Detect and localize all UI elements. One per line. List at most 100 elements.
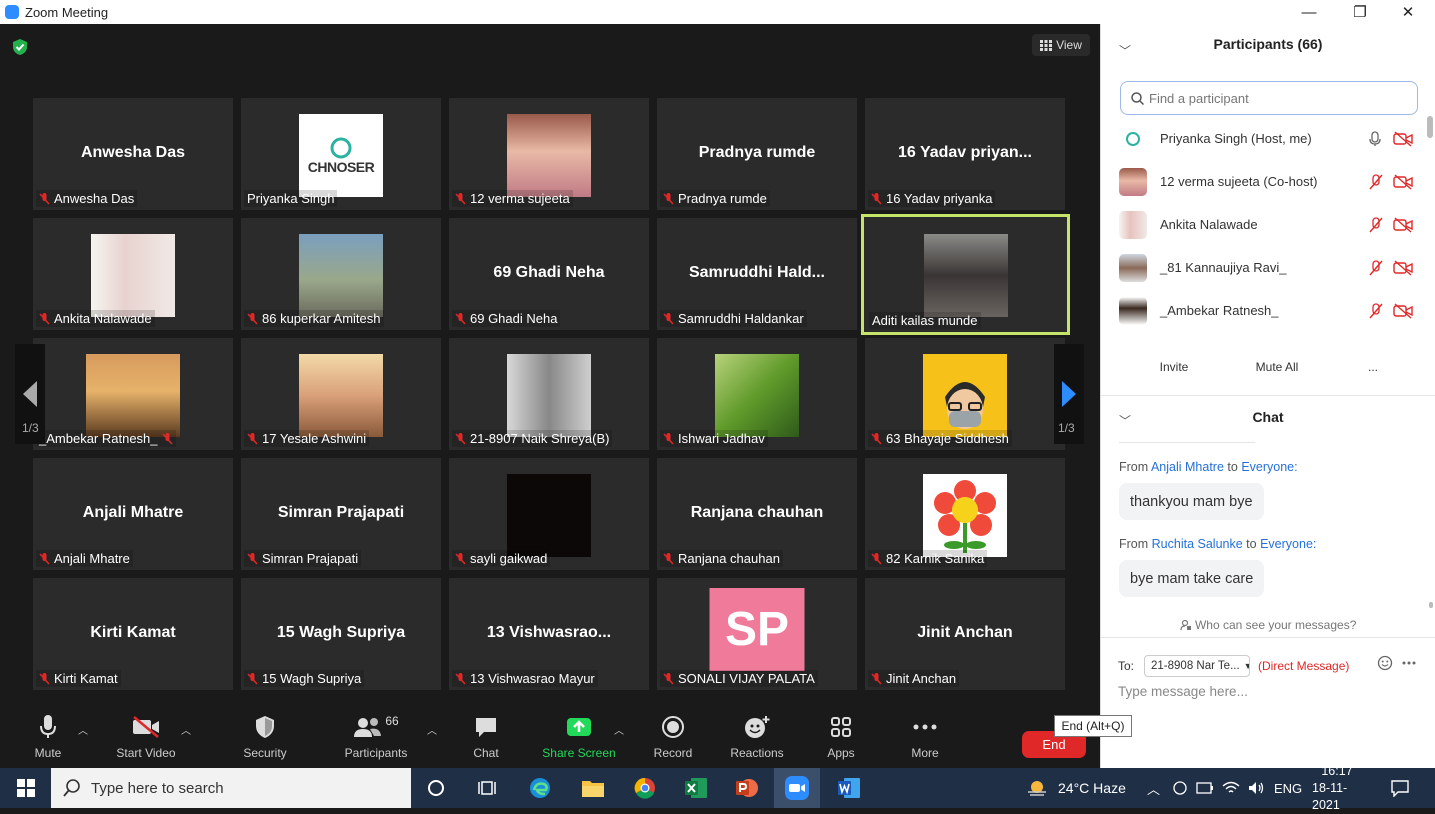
video-tile[interactable]: _Ambekar Ratnesh_ (33, 338, 233, 450)
video-tile[interactable]: 12 verma sujeeta (449, 98, 649, 210)
who-can-see-link[interactable]: Who can see your messages? (1101, 618, 1435, 632)
view-button[interactable]: View (1032, 34, 1090, 56)
video-tile[interactable]: Simran Prajapati Simran Prajapati (241, 458, 441, 570)
microphone-icon[interactable] (1369, 130, 1381, 147)
show-hidden-icons-chevron-icon[interactable]: ︿ (1147, 768, 1160, 808)
mic-muted-icon[interactable] (1369, 173, 1383, 190)
mic-muted-icon[interactable] (1369, 216, 1383, 233)
video-tile[interactable]: 69 Ghadi Neha 69 Ghadi Neha (449, 218, 649, 330)
arrow-left-icon (23, 381, 37, 407)
chrome-app[interactable] (627, 768, 663, 808)
video-tile[interactable]: Ranjana chauhan Ranjana chauhan (657, 458, 857, 570)
participant-row[interactable]: Ankita Nalawade (1101, 203, 1435, 246)
mic-muted-icon (455, 312, 466, 325)
cortana-button[interactable] (418, 768, 454, 808)
participant-row[interactable]: 12 verma sujeeta (Co-host) (1101, 160, 1435, 203)
mic-muted-icon[interactable] (1369, 302, 1383, 319)
start-video-button[interactable]: Start Video (106, 712, 186, 768)
mute-all-button[interactable]: Mute All (1246, 355, 1308, 379)
video-tile[interactable]: Jinit Anchan Jinit Anchan (865, 578, 1065, 690)
participants-title: Participants (66) (1213, 36, 1323, 52)
video-tile[interactable]: 17 Yesale Ashwini (241, 338, 441, 450)
video-tile[interactable]: Ankita Nalawade (33, 218, 233, 330)
start-button[interactable] (0, 768, 51, 808)
video-tile[interactable]: Pradnya rumde Pradnya rumde (657, 98, 857, 210)
weather-widget[interactable]: 24°C Haze (1026, 768, 1126, 808)
video-tile[interactable]: 15 Wagh Supriya 15 Wagh Supriya (241, 578, 441, 690)
apps-button[interactable]: Apps (801, 712, 881, 768)
video-tile[interactable]: Anjali Mhatre Anjali Mhatre (33, 458, 233, 570)
mute-button[interactable]: Mute (8, 712, 88, 768)
clock[interactable]: 16:17 18-11-2021 (1312, 764, 1362, 812)
task-view-button[interactable] (469, 768, 505, 808)
share-screen-button[interactable]: Share Screen (539, 712, 619, 768)
video-tile[interactable]: SP SONALI VIJAY PALATA (657, 578, 857, 690)
mic-muted-icon (247, 312, 258, 325)
mic-muted-icon[interactable] (1369, 259, 1383, 276)
video-tile[interactable]: 13 Vishwasrao... 13 Vishwasrao Mayur (449, 578, 649, 690)
tile-name-label: 82 Karnik Sanika (886, 551, 985, 566)
message-sender[interactable]: Anjali Mhatre (1151, 460, 1224, 474)
zoom-app[interactable] (774, 768, 820, 808)
file-explorer-app[interactable] (575, 768, 611, 808)
taskbar-search-box[interactable]: Type here to search (51, 768, 411, 808)
close-button[interactable]: ✕ (1388, 0, 1428, 24)
video-tile[interactable]: 16 Yadav priyan... 16 Yadav priyanka (865, 98, 1065, 210)
reactions-button[interactable]: Reactions (717, 712, 797, 768)
video-off-icon[interactable] (1393, 259, 1413, 276)
language-indicator[interactable]: ENG (1274, 768, 1302, 808)
video-tile[interactable]: 86 kuperkar Amitesh (241, 218, 441, 330)
system-tray-icons[interactable] (1172, 768, 1266, 808)
video-tile[interactable]: CHNOSER Priyanka Singh (241, 98, 441, 210)
participants-button[interactable]: 66 Participants (336, 712, 416, 768)
video-off-icon[interactable] (1393, 216, 1413, 233)
video-tile[interactable]: Kirti Kamat Kirti Kamat (33, 578, 233, 690)
participants-options-chevron-icon[interactable]: ︿ (427, 722, 437, 737)
message-sender[interactable]: Ruchita Salunke (1152, 537, 1243, 551)
profile-picture (86, 354, 180, 437)
chrome-icon (634, 777, 655, 799)
share-options-chevron-icon[interactable]: ︿ (614, 722, 624, 737)
video-options-chevron-icon[interactable]: ︿ (181, 722, 191, 737)
word-app[interactable] (831, 768, 867, 808)
video-tile[interactable]: Samruddhi Hald... Samruddhi Haldankar (657, 218, 857, 330)
participant-row[interactable]: Priyanka Singh (Host, me) (1101, 117, 1435, 160)
participant-search-input[interactable]: Find a participant (1120, 81, 1418, 115)
participant-row[interactable]: _81 Kannaujiya Ravi_ (1101, 246, 1435, 289)
video-off-icon[interactable] (1393, 302, 1413, 319)
emoji-icon[interactable] (1377, 655, 1393, 671)
more-button[interactable]: More (885, 712, 965, 768)
video-tile[interactable]: Anwesha Das Anwesha Das (33, 98, 233, 210)
notifications-button[interactable] (1390, 768, 1410, 808)
tile-name-label: Ankita Nalawade (54, 311, 152, 326)
video-off-icon[interactable] (1393, 130, 1413, 147)
video-tile[interactable]: 21-8907 Naik Shreya(B) (449, 338, 649, 450)
audio-options-chevron-icon[interactable]: ︿ (78, 722, 88, 737)
powerpoint-app[interactable] (729, 768, 765, 808)
chat-button[interactable]: Chat (446, 712, 526, 768)
participants-scrollbar[interactable] (1427, 116, 1433, 138)
recipient-select[interactable]: 21-8908 Nar Te... ▼ (1144, 655, 1251, 677)
chat-message-input[interactable]: Type message here... (1118, 684, 1248, 699)
video-tile[interactable]: sayli gaikwad (449, 458, 649, 570)
video-tile[interactable]: Ishwari Jadhav (657, 338, 857, 450)
minimize-button[interactable]: — (1289, 0, 1329, 24)
edge-app[interactable] (522, 768, 558, 808)
excel-app[interactable] (678, 768, 714, 808)
video-tile[interactable]: 82 Karnik Sanika (865, 458, 1065, 570)
mic-muted-icon (247, 672, 258, 685)
participant-row[interactable]: _Ambekar Ratnesh_ (1101, 289, 1435, 332)
security-shield-icon[interactable] (12, 38, 28, 56)
invite-button[interactable]: Invite (1148, 355, 1200, 379)
participants-more-button[interactable]: ... (1360, 355, 1386, 379)
video-off-icon[interactable] (1393, 173, 1413, 190)
chat-more-icon[interactable] (1402, 661, 1416, 665)
security-button[interactable]: Security (225, 712, 305, 768)
active-speaker-tile[interactable]: Aditi kailas munde (861, 214, 1070, 335)
record-button[interactable]: Record (633, 712, 713, 768)
video-tile[interactable]: 63 Bhayaje Siddhesh (865, 338, 1065, 450)
clock-time: 16:17 (1321, 763, 1353, 778)
mic-muted-icon (871, 672, 882, 685)
maximize-button[interactable]: ❐ (1340, 0, 1380, 24)
chat-scrollbar[interactable] (1429, 602, 1433, 608)
